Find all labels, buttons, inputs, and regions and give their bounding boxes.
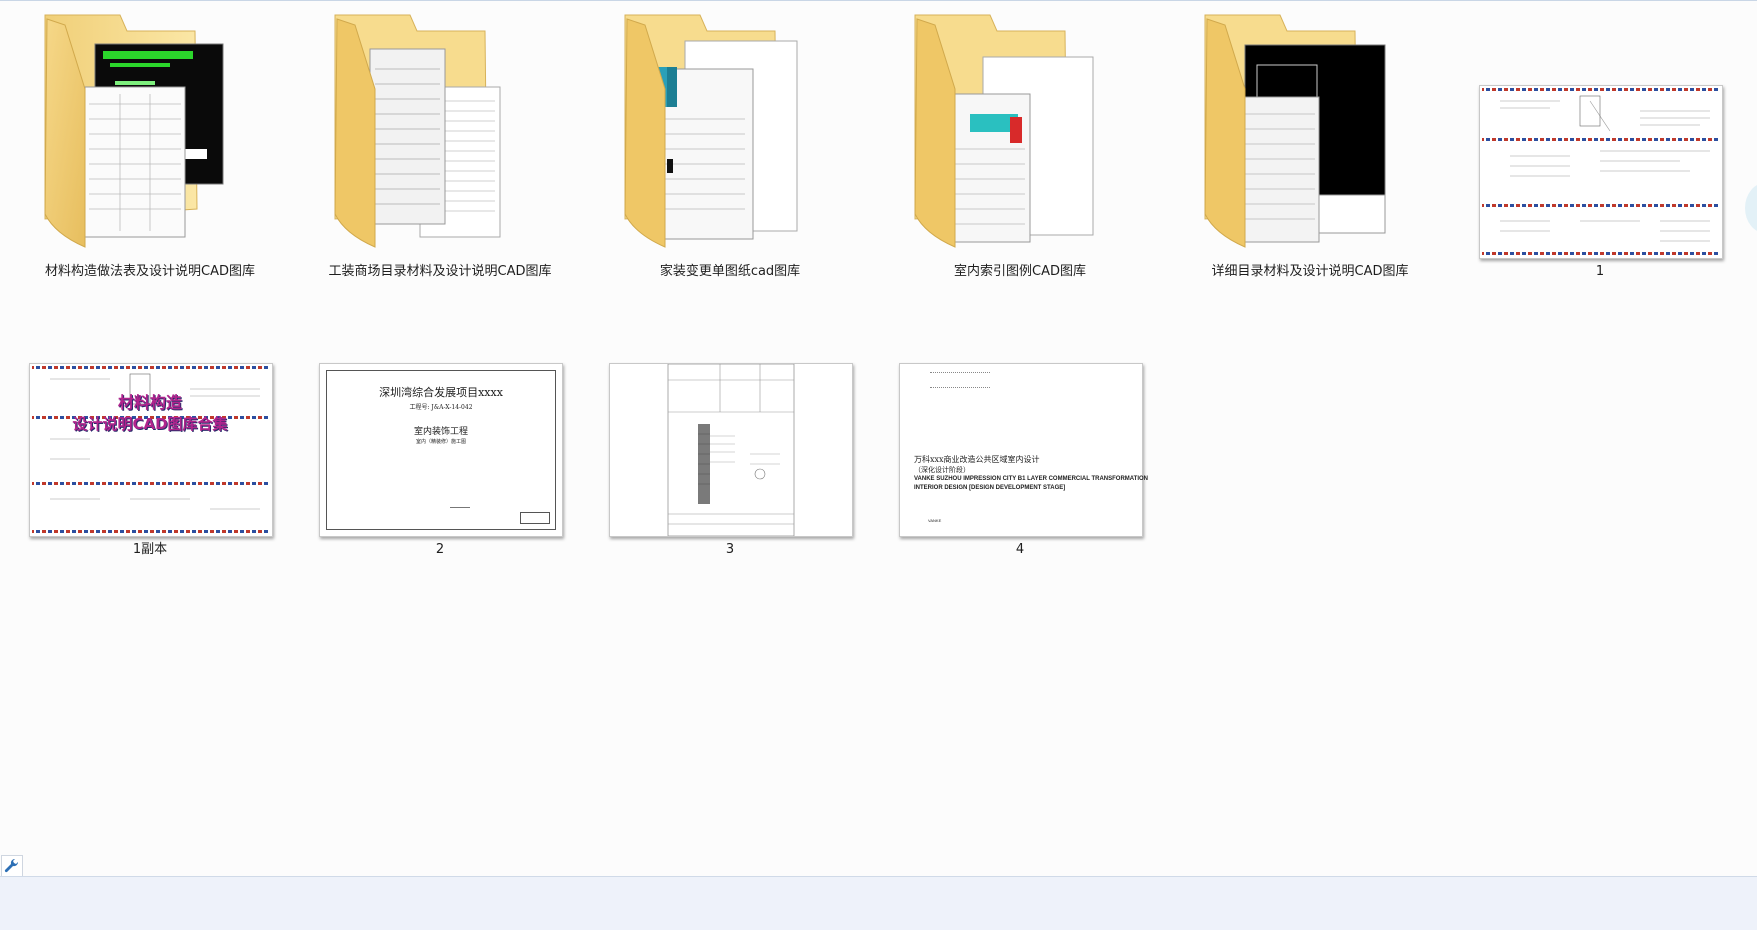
item-label: 3 (725, 542, 735, 557)
item-label: 1副本 (132, 542, 168, 557)
thumbnail-caption: 设计说明CAD图库合集 (72, 415, 228, 433)
folder-icon (334, 14, 501, 248)
folder-icon (44, 14, 224, 248)
thumbnail-caption: VANKE SUZHOU IMPRESSION CITY B1 LAYER CO… (914, 476, 1149, 482)
thumbnail-caption: 室内（精装修）施工图 (415, 439, 466, 445)
folder-item[interactable]: 室内索引图例CAD图库 (875, 1, 1165, 279)
file-list-pane: 材料构造做法表及设计说明CAD图库 工装商场目录材料及设计说明CAD图库 家装变… (0, 0, 1757, 877)
details-pane (0, 876, 1757, 930)
thumbnail-caption: 工程号: J&A-X-14-042 (409, 404, 473, 411)
item-label: 1 (1595, 264, 1605, 279)
item-label: 2 (435, 542, 445, 557)
file-item[interactable]: 万科xxx商业改造公共区域室内设计 （深化设计阶段） VANKE SUZHOU … (875, 279, 1165, 557)
file-item[interactable]: 材料构造 设计说明CAD图库合集 1副本 (5, 279, 295, 557)
folder-icon (914, 14, 1094, 248)
partial-circle (1745, 183, 1757, 233)
folder-icon (624, 14, 798, 248)
thumbnail-caption: 室内装饰工程 (413, 427, 468, 437)
thumbnail-image: 万科xxx商业改造公共区域室内设计 （深化设计阶段） VANKE SUZHOU … (899, 363, 1148, 537)
folder-item[interactable]: 详细目录材料及设计说明CAD图库 (1165, 1, 1455, 279)
thumbnail-caption: 万科xxx商业改造公共区域室内设计 (914, 455, 1040, 464)
thumbnail-caption: VANKE (928, 518, 942, 523)
thumbnail-caption: 深圳湾综合发展项目xxxx (379, 386, 503, 399)
item-label: 4 (1015, 542, 1025, 557)
folder-item[interactable]: 家装变更单图纸cad图库 (585, 1, 875, 279)
item-label: 详细目录材料及设计说明CAD图库 (1211, 264, 1409, 279)
folder-item[interactable]: 材料构造做法表及设计说明CAD图库 (5, 1, 295, 279)
thumbnail-image (609, 363, 853, 537)
thumbnail-caption: （深化设计阶段） (914, 466, 970, 474)
wrench-icon[interactable] (1, 855, 23, 877)
folder-item[interactable]: 工装商场目录材料及设计说明CAD图库 (295, 1, 585, 279)
file-item[interactable]: 1 (1455, 1, 1745, 279)
folder-icon (1204, 14, 1386, 248)
thumbnail-caption: INTERIOR DESIGN [DESIGN DEVELOPMENT STAG… (914, 485, 1066, 491)
thumbnail-image: 深圳湾综合发展项目xxxx 工程号: J&A-X-14-042 室内装饰工程 室… (319, 363, 563, 537)
thumbnail-caption: 材料构造 (117, 393, 182, 412)
file-item[interactable]: 深圳湾综合发展项目xxxx 工程号: J&A-X-14-042 室内装饰工程 室… (295, 279, 585, 557)
thumbnail-image (1479, 85, 1723, 259)
file-item[interactable]: 3 (585, 279, 875, 557)
